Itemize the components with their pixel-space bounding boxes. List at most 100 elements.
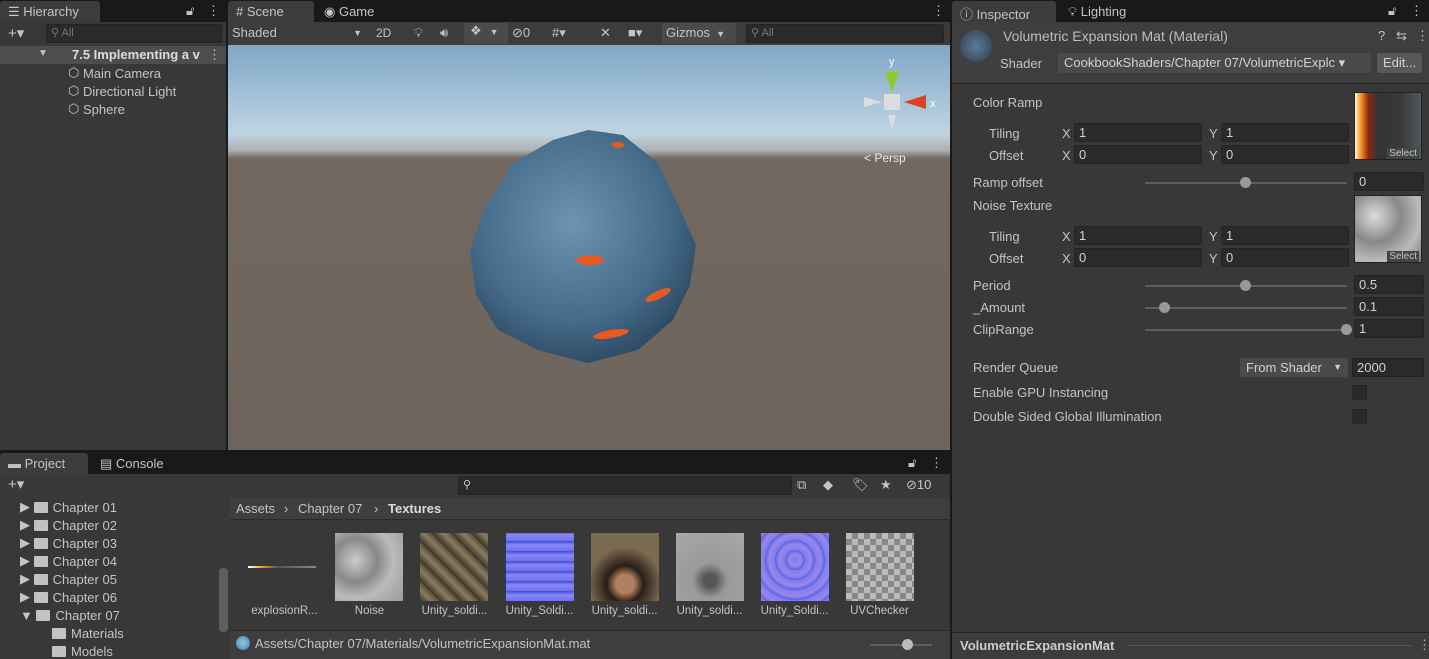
hierarchy-item[interactable]: ⬡ Directional Light bbox=[68, 82, 176, 100]
asset-thumbnail[interactable] bbox=[846, 533, 914, 601]
render-queue-dropdown[interactable]: From Shader ▼ bbox=[1240, 358, 1348, 377]
folder-item[interactable]: Materials bbox=[52, 624, 124, 642]
ramp-offset-field[interactable]: 0 bbox=[1354, 172, 1424, 191]
settings-icon[interactable]: ⇆ bbox=[1396, 28, 1407, 44]
more-icon[interactable]: ⋮ bbox=[208, 47, 221, 63]
folder-item[interactable]: ▶ Chapter 02 bbox=[20, 516, 117, 534]
help-icon[interactable]: ? bbox=[1378, 28, 1385, 43]
folder-item[interactable]: Models bbox=[52, 642, 113, 659]
noise-tiling-x[interactable]: 1 bbox=[1074, 226, 1202, 245]
asset-thumbnail[interactable] bbox=[761, 533, 829, 601]
slider-knob[interactable] bbox=[1341, 324, 1352, 335]
scene-search[interactable]: ⚲ All bbox=[746, 24, 944, 43]
double-sided-gi-checkbox[interactable] bbox=[1352, 409, 1367, 424]
hierarchy-search[interactable]: ⚲ All bbox=[46, 24, 222, 43]
filter-type-icon[interactable]: ◆ bbox=[823, 477, 833, 493]
folder-item[interactable]: ▼ Chapter 07 bbox=[20, 606, 120, 624]
lock-icon[interactable]: 🔓︎ bbox=[1388, 3, 1396, 19]
tab-scene[interactable]: # Scene bbox=[228, 1, 314, 22]
hierarchy-item[interactable]: ⬡ Main Camera bbox=[68, 64, 161, 82]
sphere-object[interactable] bbox=[470, 130, 696, 363]
slider-knob[interactable] bbox=[1240, 280, 1251, 291]
folder-item[interactable]: ▶ Chapter 04 bbox=[20, 552, 117, 570]
tools-icon[interactable]: ✕ bbox=[600, 25, 611, 41]
add-icon[interactable]: +▾ bbox=[8, 475, 24, 493]
tab-console[interactable]: ▤ Console bbox=[92, 453, 172, 474]
grid-toggle-icon[interactable]: #▾ bbox=[552, 25, 566, 41]
folder-item[interactable]: ▶ Chapter 05 bbox=[20, 570, 117, 588]
tab-inspector[interactable]: ⓘ Inspector bbox=[952, 1, 1056, 22]
tab-lighting[interactable]: 💡︎ Lighting bbox=[1060, 1, 1134, 22]
amount-field[interactable]: 0.1 bbox=[1354, 297, 1424, 316]
noise-offset-y[interactable]: 0 bbox=[1221, 248, 1349, 267]
tab-game[interactable]: ◉ Game bbox=[316, 1, 382, 22]
more-icon[interactable]: ⋮ bbox=[207, 3, 220, 19]
folder-item[interactable]: ▶ Chapter 03 bbox=[20, 534, 117, 552]
slider-knob[interactable] bbox=[1240, 177, 1251, 188]
more-icon[interactable]: ⋮ bbox=[932, 3, 945, 19]
persp-label[interactable]: < Persp bbox=[864, 151, 906, 165]
search-by-type-icon[interactable]: ⧉ bbox=[797, 477, 806, 493]
render-queue-field[interactable]: 2000 bbox=[1352, 358, 1424, 377]
period-field[interactable]: 0.5 bbox=[1354, 275, 1424, 294]
lighting-toggle-icon[interactable]: 💡︎ bbox=[414, 25, 423, 41]
lock-icon[interactable]: 🔓︎ bbox=[908, 455, 916, 471]
hidden-packages-toggle[interactable]: ⊘10 bbox=[906, 477, 931, 493]
asset-thumbnail[interactable] bbox=[248, 533, 316, 601]
asset-thumbnail[interactable] bbox=[335, 533, 403, 601]
select-button[interactable]: Select bbox=[1387, 148, 1419, 159]
edit-shader-button[interactable]: Edit... bbox=[1377, 53, 1423, 73]
asset-thumbnail[interactable] bbox=[506, 533, 574, 601]
hidden-objects-toggle[interactable]: ⊘0 bbox=[512, 25, 530, 41]
more-icon[interactable]: ⋮ bbox=[1418, 637, 1429, 653]
audio-toggle-icon[interactable]: 🔊︎ bbox=[440, 25, 448, 41]
gizmos-dropdown[interactable]: Gizmos ▼ bbox=[662, 23, 736, 44]
noise-texture-slot[interactable]: Select bbox=[1354, 195, 1422, 263]
breadcrumb-item[interactable]: Assets bbox=[236, 501, 275, 516]
breadcrumb-item[interactable]: Chapter 07 bbox=[298, 501, 362, 516]
cliprange-slider[interactable] bbox=[1145, 324, 1352, 335]
period-slider[interactable] bbox=[1145, 280, 1347, 291]
folder-tree-scrollbar[interactable] bbox=[219, 568, 228, 632]
scene-viewport[interactable]: y x < Persp bbox=[228, 45, 950, 450]
ramp-offset-slider[interactable] bbox=[1145, 177, 1347, 188]
orientation-gizmo[interactable] bbox=[864, 72, 926, 130]
select-button[interactable]: Select bbox=[1387, 251, 1419, 262]
scene-root-row[interactable]: ▼ 7.5 Implementing a v ⋮ bbox=[0, 46, 226, 64]
folder-item[interactable]: ▶ Chapter 06 bbox=[20, 588, 117, 606]
favorite-icon[interactable]: ★ bbox=[880, 477, 892, 493]
folder-item[interactable]: ▶ Chapter 01 bbox=[20, 498, 117, 516]
2d-toggle[interactable]: 2D bbox=[376, 26, 391, 40]
tab-project[interactable]: ▬ Project bbox=[0, 453, 88, 474]
gpu-instancing-checkbox[interactable] bbox=[1352, 385, 1367, 400]
effects-toggle[interactable]: ❖ ▼ bbox=[464, 23, 508, 44]
project-search[interactable]: ⚲ bbox=[458, 476, 792, 495]
lock-icon[interactable]: 🔓︎ bbox=[186, 3, 194, 19]
more-icon[interactable]: ⋮ bbox=[930, 455, 943, 471]
ramp-tiling-y[interactable]: 1 bbox=[1221, 123, 1349, 142]
cliprange-field[interactable]: 1 bbox=[1354, 319, 1424, 338]
tab-hierarchy[interactable]: ☰ Hierarchy bbox=[0, 1, 100, 22]
ramp-tiling-x[interactable]: 1 bbox=[1074, 123, 1202, 142]
asset-thumbnail[interactable] bbox=[420, 533, 488, 601]
label-icon[interactable]: 🏷︎ bbox=[852, 477, 869, 493]
color-ramp-texture-slot[interactable]: Select bbox=[1354, 92, 1422, 160]
shading-dropdown[interactable]: Shaded ▼ bbox=[232, 25, 362, 40]
breadcrumb-item[interactable]: Textures bbox=[388, 501, 441, 516]
camera-icon[interactable]: ■▾ bbox=[628, 25, 642, 41]
slider-knob[interactable] bbox=[902, 639, 913, 650]
hierarchy-item[interactable]: ⬡ Sphere bbox=[68, 100, 125, 118]
asset-thumbnail[interactable] bbox=[676, 533, 744, 601]
asset-thumbnail[interactable] bbox=[591, 533, 659, 601]
add-icon[interactable]: +▾ bbox=[8, 24, 24, 42]
slider-knob[interactable] bbox=[1159, 302, 1171, 313]
more-icon[interactable]: ⋮ bbox=[1410, 3, 1423, 19]
noise-tiling-y[interactable]: 1 bbox=[1221, 226, 1349, 245]
expand-icon[interactable]: ▼ bbox=[38, 48, 48, 59]
ramp-offset-y[interactable]: 0 bbox=[1221, 145, 1349, 164]
ramp-offset-x[interactable]: 0 bbox=[1074, 145, 1202, 164]
noise-offset-x[interactable]: 0 bbox=[1074, 248, 1202, 267]
amount-slider[interactable] bbox=[1145, 302, 1347, 313]
more-icon[interactable]: ⋮ bbox=[1416, 28, 1429, 44]
icon-size-slider[interactable] bbox=[870, 639, 932, 650]
